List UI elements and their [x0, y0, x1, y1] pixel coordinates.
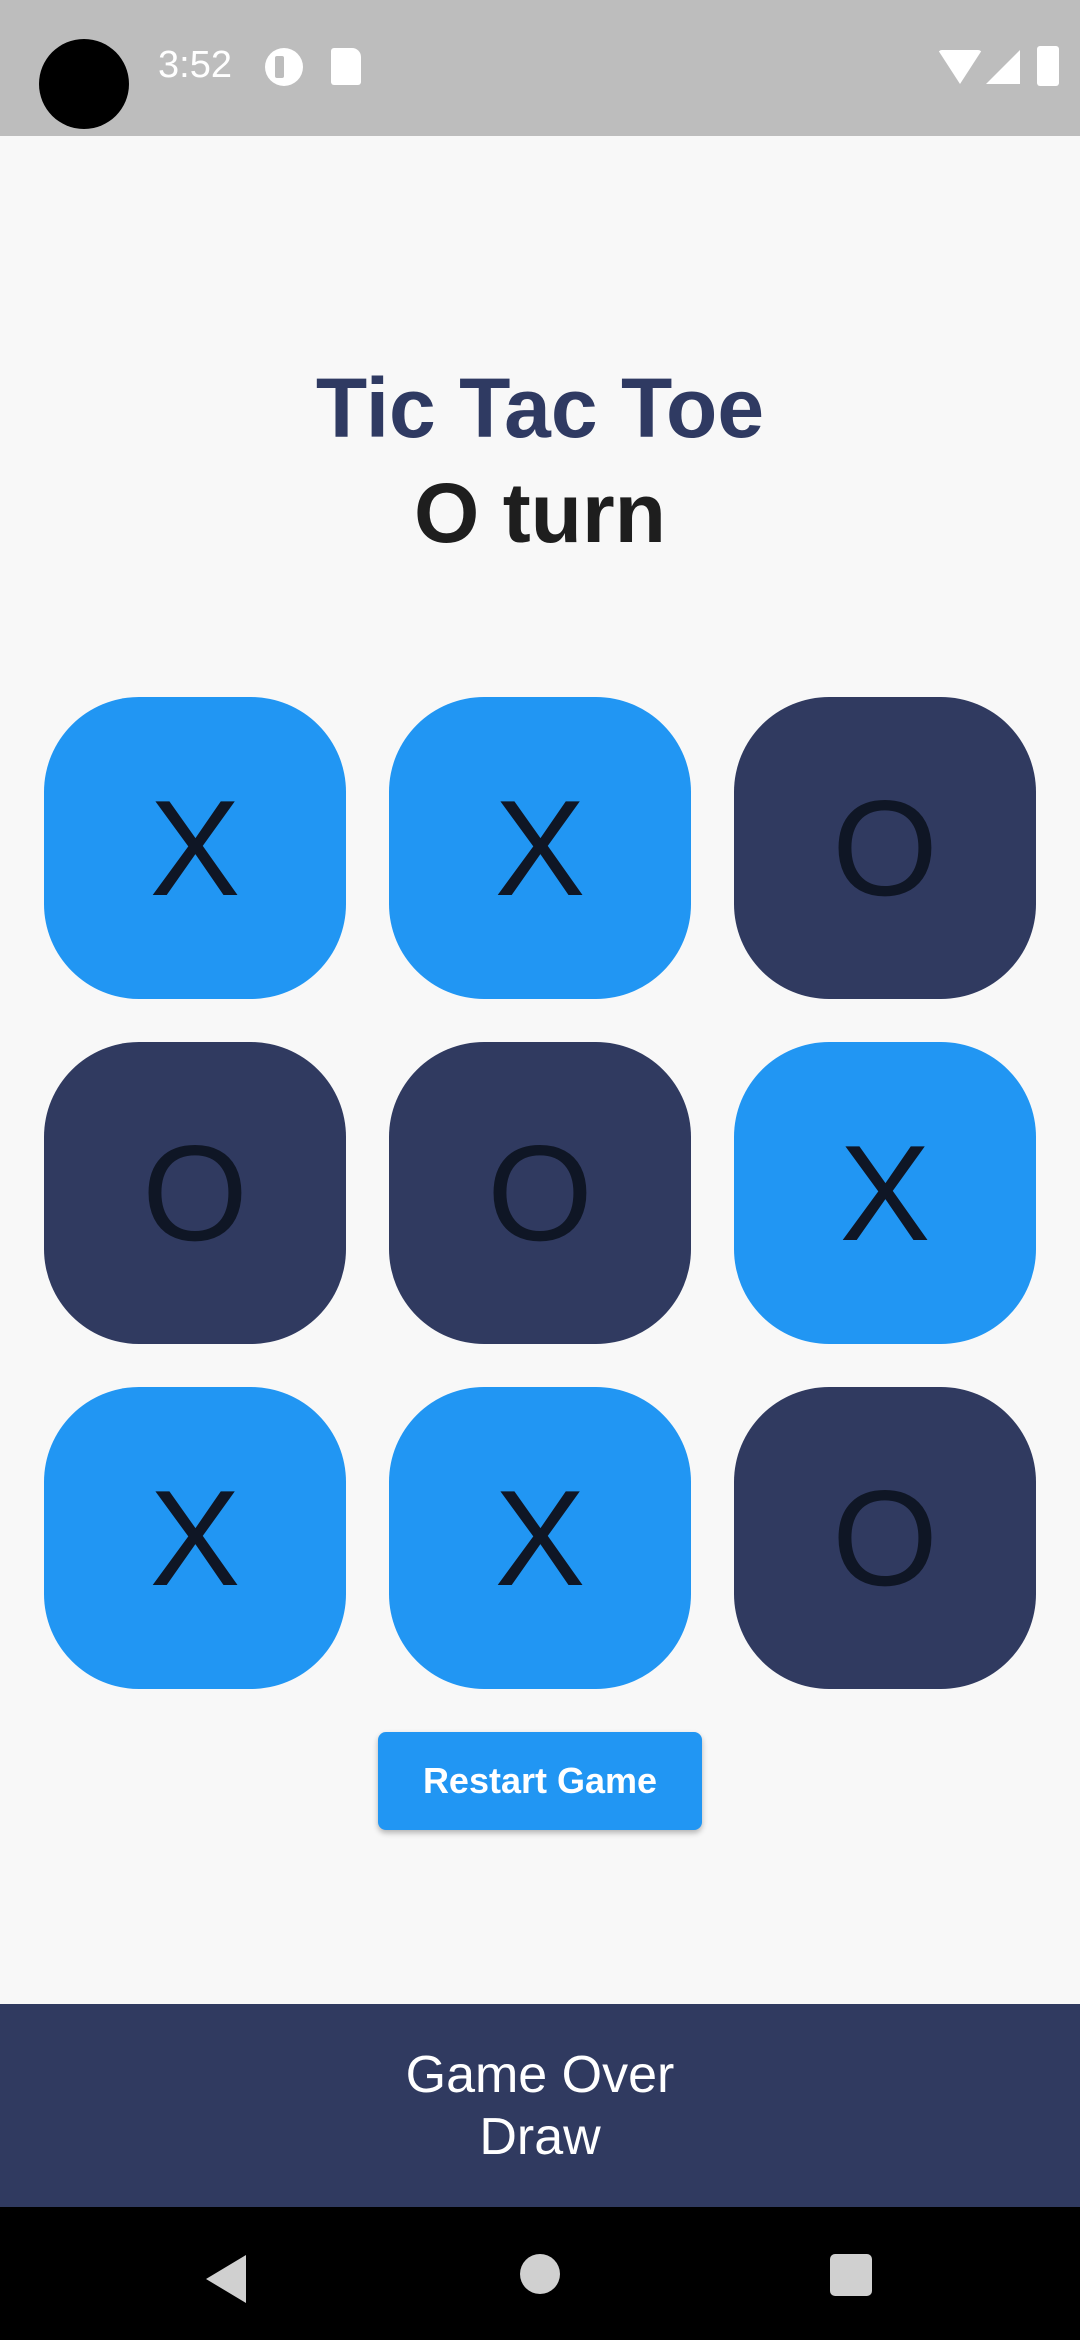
board-cell-8[interactable]: X	[389, 1387, 691, 1689]
battery-icon	[1037, 46, 1059, 86]
status-bar: 3:52	[0, 0, 1080, 136]
board-cell-7[interactable]: X	[44, 1387, 346, 1689]
app-notification-icon	[265, 48, 303, 86]
game-board: X X O O O X X X O	[44, 697, 1036, 1689]
board-cell-2[interactable]: X	[389, 697, 691, 999]
board-cell-1[interactable]: X	[44, 697, 346, 999]
sd-card-icon	[331, 48, 361, 85]
turn-indicator: O turn	[414, 466, 666, 560]
signal-icon	[986, 50, 1020, 84]
camera-cutout	[39, 39, 129, 129]
board-cell-6[interactable]: X	[734, 1042, 1036, 1344]
board-cell-5[interactable]: O	[389, 1042, 691, 1344]
status-time: 3:52	[158, 44, 232, 86]
result-outcome: Draw	[479, 2107, 601, 2166]
home-icon[interactable]	[520, 2254, 560, 2294]
board-cell-9[interactable]: O	[734, 1387, 1036, 1689]
wifi-icon	[938, 50, 982, 84]
result-banner: Game Over Draw	[0, 2004, 1080, 2207]
back-icon[interactable]	[206, 2255, 246, 2303]
page-title: Tic Tac Toe	[315, 361, 765, 455]
board-cell-3[interactable]: O	[734, 697, 1036, 999]
board-cell-4[interactable]: O	[44, 1042, 346, 1344]
restart-button[interactable]: Restart Game	[378, 1732, 702, 1830]
recents-icon[interactable]	[830, 2254, 872, 2296]
result-status: Game Over	[405, 2045, 675, 2104]
